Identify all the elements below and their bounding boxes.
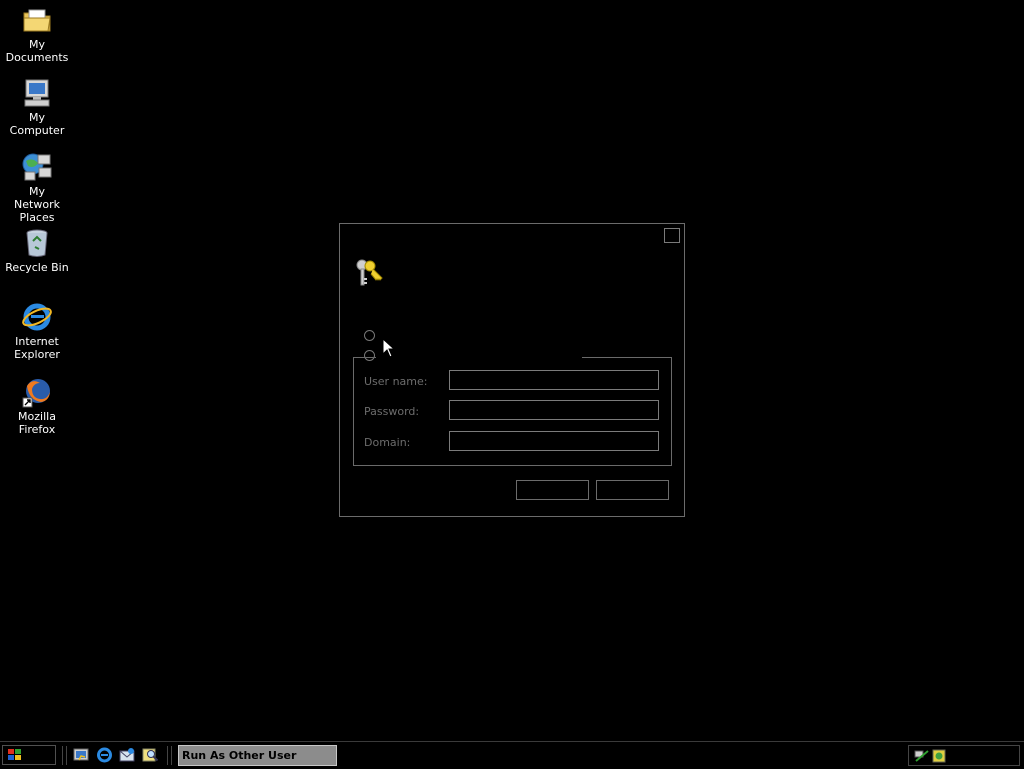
system-tray	[908, 745, 1020, 766]
search-icon[interactable]	[142, 747, 159, 763]
domain-field[interactable]	[449, 431, 659, 451]
desktop-icon-my-computer[interactable]: My Computer	[0, 77, 74, 137]
password-label: Password:	[364, 405, 420, 418]
taskbar-separator	[167, 746, 168, 765]
mouse-cursor-icon	[382, 338, 394, 358]
internet-explorer-quicklaunch-icon[interactable]	[96, 747, 113, 763]
radio-current-user[interactable]	[364, 330, 375, 341]
username-label: User name:	[364, 375, 428, 388]
recycle-bin-icon	[26, 229, 48, 257]
group-border-gap	[376, 356, 582, 360]
desktop-icon-label: Internet Explorer	[14, 335, 60, 361]
task-button-run-as[interactable]: Run As Other User	[178, 745, 337, 766]
desktop-icon-mozilla-firefox[interactable]: Mozilla Firefox	[0, 376, 74, 436]
desktop-icon-label: Mozilla Firefox	[18, 410, 56, 436]
desktop-icon-label: My Computer	[9, 111, 65, 137]
run-as-dialog: User name: Password: Domain:	[339, 223, 685, 517]
show-desktop-icon[interactable]	[73, 747, 90, 763]
keys-icon	[356, 259, 383, 286]
start-button[interactable]	[2, 745, 56, 765]
desktop-icon-my-network-places[interactable]: My Network Places	[0, 151, 74, 224]
close-button[interactable]	[664, 228, 680, 243]
desktop-icon-label: My Network Places	[14, 185, 60, 224]
computer-icon	[24, 79, 50, 107]
outlook-express-icon[interactable]	[119, 747, 136, 763]
taskbar-separator	[62, 746, 63, 765]
taskbar-separator	[171, 746, 172, 765]
username-field[interactable]	[449, 370, 659, 390]
desktop-icon-label: My Documents	[5, 38, 69, 64]
password-field[interactable]	[449, 400, 659, 420]
taskbar: Run As Other User	[0, 741, 1024, 769]
network-icon	[22, 153, 52, 181]
domain-label: Domain:	[364, 436, 411, 449]
cancel-button[interactable]	[596, 480, 669, 500]
network-tray-icon[interactable]	[914, 749, 930, 763]
desktop-icon-my-documents[interactable]: My Documents	[0, 4, 74, 64]
taskbar-separator	[66, 746, 67, 765]
folder-icon	[23, 9, 51, 32]
desktop: My Documents My Computer My Network Plac…	[0, 0, 1024, 741]
ok-button[interactable]	[516, 480, 589, 500]
internet-explorer-icon	[22, 303, 52, 331]
credentials-group: User name: Password: Domain:	[353, 356, 672, 466]
desktop-icon-internet-explorer[interactable]: Internet Explorer	[0, 301, 74, 361]
desktop-icon-recycle-bin[interactable]: Recycle Bin	[0, 227, 74, 274]
security-tray-icon[interactable]	[932, 749, 946, 763]
desktop-icon-label: Recycle Bin	[5, 261, 69, 274]
windows-logo-icon	[8, 749, 21, 760]
firefox-icon	[22, 379, 50, 408]
